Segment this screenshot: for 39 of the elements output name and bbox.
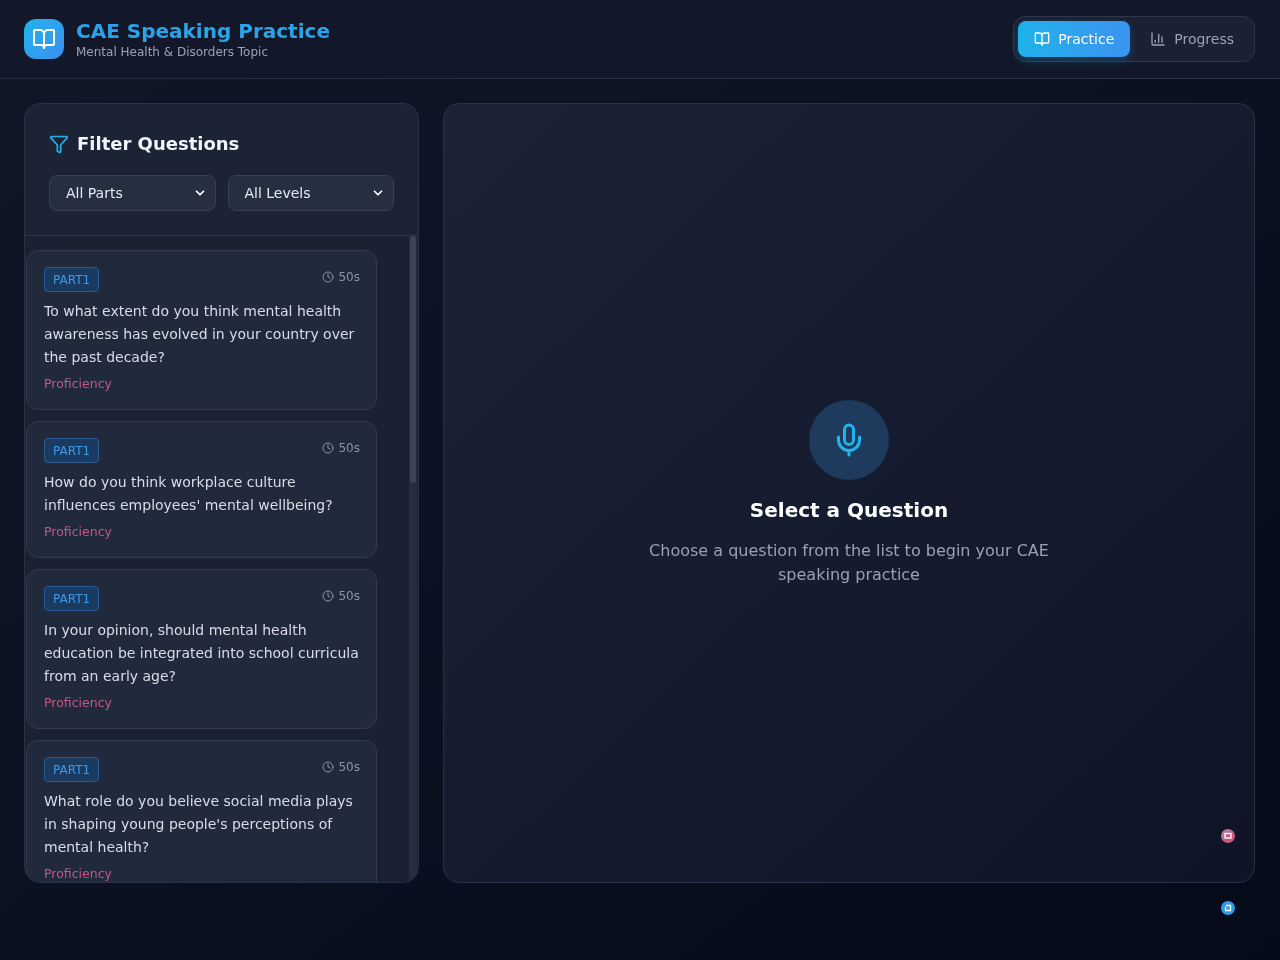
duration-label: 50s [338,269,360,286]
part-badge: PART1 [44,267,100,292]
question-card[interactable]: PART1 50s To what extent do you think mental health awareness has evolved in your country over the past decade? Proficiency [26,250,377,410]
duration-label: 50s [338,759,360,776]
filter-select[interactable]: All Levels [227,175,394,211]
part-badge: PART1 [44,757,100,782]
clock-icon [322,761,335,773]
duration-label: 50s [338,588,360,605]
question-text: To what extent do you think mental health awareness has evolved in your country over the past decade? [44,302,356,367]
square-badge-icon [1221,829,1235,843]
question-card[interactable]: PART1 50s What role do you believe social media plays in shaping young people's perceptions of mental health? Proficiency [26,740,377,882]
level-label: Proficiency [44,375,113,393]
empty-state-title: Select a Question [749,496,949,524]
level-label: Proficiency [44,865,113,882]
clock-icon [322,590,335,602]
nav-tab[interactable]: Progress [1134,21,1250,57]
question-text: What role do you believe social media plays in shaping young people's perceptions of mental health? [44,792,354,857]
question-text: In your opinion, should mental health education be integrated into school curricula from an early age? [44,621,360,686]
duration-label: 50s [338,440,360,457]
filter-select[interactable]: All Parts [49,175,216,211]
filter-icon [49,133,69,154]
part-badge: PART1 [44,586,100,611]
book-icon [1034,31,1051,47]
app-title: CAE Speaking Practice [76,17,330,44]
scrollbar[interactable] [409,236,417,882]
level-label: Proficiency [44,523,113,541]
app-subtitle: Mental Health & Disorders Topic [76,43,269,61]
book-icon [24,19,64,59]
question-text: How do you think workplace culture influences employees' mental wellbeing? [44,473,334,515]
square-badge-icon [1221,901,1235,915]
bar-chart-icon [1150,31,1167,47]
clock-icon [322,442,335,454]
question-card[interactable]: PART1 50s In your opinion, should mental health education be integrated into school curricula from an early age? Proficiency [26,569,377,729]
question-card[interactable]: PART1 50s How do you think workplace culture influences employees' mental wellbeing? Proficiency [26,421,377,558]
empty-state-description: Choose a question from the list to begin your CAE speaking practice [648,539,1050,586]
panel-title: Filter Questions [77,132,240,156]
part-badge: PART1 [44,438,100,463]
level-label: Proficiency [44,694,113,712]
clock-icon [322,271,335,283]
